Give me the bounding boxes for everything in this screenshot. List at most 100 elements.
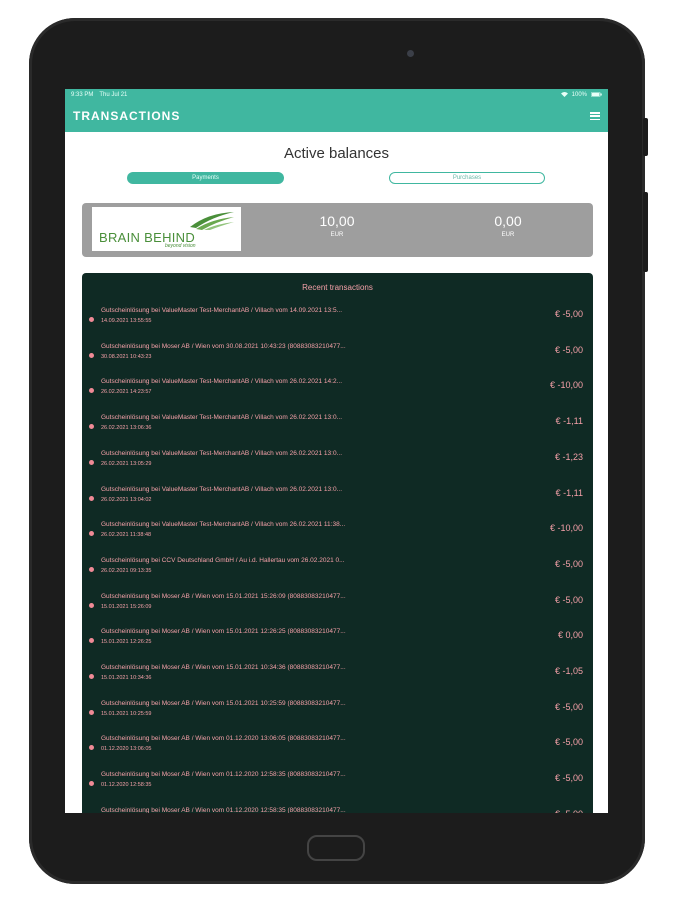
transaction-amount: € -1,11	[555, 487, 583, 498]
front-camera	[407, 50, 414, 57]
transaction-dot-icon	[89, 495, 94, 501]
balance-secondary: 0,00 EUR	[468, 213, 548, 238]
transaction-amount: € -1,05	[554, 666, 583, 676]
transaction-description: Gutscheinlösung bei ValueMaster Test-Mer…	[101, 521, 346, 529]
balance-amount: 0,00	[494, 213, 522, 229]
app-title: TRANSACTIONS	[73, 109, 181, 123]
transaction-date: 26.02.2021 13:05:29	[101, 460, 152, 467]
home-button[interactable]	[307, 835, 365, 861]
transaction-date: 26.02.2021 13:06:36	[101, 425, 152, 432]
transaction-date: 15.01.2021 10:25:59	[101, 710, 152, 717]
transaction-description: Gutscheinlösung bei Moser AB / Wien vom …	[101, 592, 346, 600]
transaction-amount: € -5,00	[554, 344, 583, 355]
transaction-dot-icon	[89, 531, 94, 537]
transaction-description: Gutscheinlösung bei ValueMaster Test-Mer…	[101, 307, 342, 314]
transaction-dot-icon	[89, 388, 94, 394]
transaction-date: 26.02.2021 09:13:35	[101, 567, 152, 574]
transaction-date: 26.02.2021 14:23:57	[101, 389, 152, 396]
transaction-row[interactable]: Gutscheinlösung bei ValueMaster Test-Mer…	[82, 375, 593, 411]
balance-currency: EUR	[501, 232, 515, 238]
transaction-dot-icon	[89, 638, 94, 644]
transaction-row[interactable]: Gutscheinlösung bei Moser AB / Wien vom …	[82, 804, 593, 813]
merchant-logo: BRAIN BEHIND beyond vision	[92, 207, 241, 251]
transaction-row[interactable]: Gutscheinlösung bei CCV Deutschland GmbH…	[82, 554, 593, 590]
transaction-dot-icon	[89, 781, 94, 787]
tab-payments[interactable]: Payments	[127, 172, 284, 184]
volume-button	[643, 118, 648, 156]
transaction-row[interactable]: Gutscheinlösung bei Moser AB / Wien vom …	[82, 661, 593, 697]
transaction-amount: € -10,00	[549, 523, 583, 534]
transaction-amount: € -5,00	[554, 737, 583, 748]
transaction-date: 14.09.2021 13:55:55	[101, 318, 152, 324]
transaction-date: 01.12.2020 13:06:05	[101, 746, 152, 753]
balance-amount: 10,00	[319, 213, 355, 229]
transaction-amount: € -5,00	[554, 701, 583, 712]
transaction-row[interactable]: Gutscheinlösung bei ValueMaster Test-Mer…	[82, 518, 593, 554]
transaction-description: Gutscheinlösung bei ValueMaster Test-Mer…	[101, 485, 342, 493]
transaction-dot-icon	[89, 709, 94, 715]
recent-transactions-title: Recent transactions	[302, 283, 373, 292]
transaction-row[interactable]: Gutscheinlösung bei Moser AB / Wien vom …	[82, 732, 593, 768]
transaction-description: Gutscheinlösung bei Moser AB / Wien vom …	[101, 628, 346, 636]
logo-tagline: beyond vision	[165, 243, 196, 249]
transaction-row[interactable]: Gutscheinlösung bei ValueMaster Test-Mer…	[82, 483, 593, 519]
logo-stripes-icon	[190, 212, 234, 230]
transaction-date: 15.01.2021 12:26:25	[101, 639, 152, 646]
transaction-dot-icon	[89, 424, 94, 430]
balance-primary: 10,00 EUR	[297, 213, 377, 238]
transaction-dot-icon	[89, 459, 94, 465]
segment-control: Payments Purchases	[65, 172, 608, 186]
power-button	[643, 192, 648, 272]
transaction-amount: € -5,00	[554, 558, 583, 569]
transaction-description: Gutscheinlösung bei ValueMaster Test-Mer…	[101, 414, 342, 422]
transaction-dot-icon	[89, 317, 94, 322]
transaction-amount: € -5,00	[555, 809, 583, 813]
transaction-row[interactable]: Gutscheinlösung bei ValueMaster Test-Mer…	[82, 447, 593, 483]
app-bar: TRANSACTIONS	[65, 100, 608, 132]
transaction-description: Gutscheinlösung bei ValueMaster Test-Mer…	[101, 378, 342, 386]
transaction-dot-icon	[89, 602, 94, 608]
transaction-row[interactable]: Gutscheinlösung bei ValueMaster Test-Mer…	[82, 411, 593, 447]
transaction-amount: € -5,00	[554, 773, 583, 784]
transaction-description: Gutscheinlösung bei Moser AB / Wien vom …	[101, 771, 346, 779]
transaction-date: 15.01.2021 15:26:09	[101, 603, 152, 610]
app-screen: 9:33 PM Thu Jul 21 100% TRANSACTIONS Act…	[65, 89, 608, 813]
balance-currency: EUR	[330, 232, 344, 238]
wifi-icon	[560, 92, 568, 97]
transaction-description: Gutscheinlösung bei Moser AB / Wien vom …	[101, 664, 346, 671]
transaction-amount: € 0,00	[557, 630, 583, 641]
transaction-amount: € -1,23	[554, 451, 583, 462]
transaction-amount: € -1,11	[555, 416, 583, 427]
transaction-date: 15.01.2021 10:34:36	[101, 675, 152, 681]
hamburger-menu-icon[interactable]	[590, 112, 600, 120]
transaction-amount: € -10,00	[549, 380, 583, 391]
transaction-row[interactable]: Gutscheinlösung bei Moser AB / Wien vom …	[82, 697, 593, 733]
balance-card[interactable]: BRAIN BEHIND beyond vision 10,00 EUR 0,0…	[82, 203, 593, 257]
transaction-date: 01.12.2020 12:58:35	[101, 782, 152, 789]
transaction-date: 30.08.2021 10:43:23	[101, 353, 152, 360]
transaction-row[interactable]: Gutscheinlösung bei Moser AB / Wien vom …	[82, 625, 593, 661]
transaction-row[interactable]: Gutscheinlösung bei Moser AB / Wien vom …	[82, 590, 593, 626]
status-bar: 9:33 PM Thu Jul 21 100%	[65, 89, 608, 100]
transaction-description: Gutscheinlösung bei CCV Deutschland GmbH…	[101, 556, 345, 564]
tab-purchases[interactable]: Purchases	[389, 172, 545, 184]
transaction-dot-icon	[89, 566, 94, 572]
status-time: 9:33 PM	[71, 91, 94, 98]
transaction-description: Gutscheinlösung bei Moser AB / Wien vom …	[101, 342, 346, 350]
transaction-date: 26.02.2021 13:04:02	[101, 496, 152, 503]
page-heading: Active balances	[283, 145, 390, 162]
transaction-amount: € -5,00	[554, 594, 583, 605]
transaction-dot-icon	[89, 352, 94, 358]
transaction-description: Gutscheinlösung bei ValueMaster Test-Mer…	[101, 449, 342, 457]
status-date: Thu Jul 21	[99, 91, 128, 98]
transaction-description: Gutscheinlösung bei Moser AB / Wien vom …	[101, 806, 346, 813]
transaction-row[interactable]: Gutscheinlösung bei ValueMaster Test-Mer…	[82, 304, 593, 340]
battery-percent: 100%	[571, 91, 587, 98]
transaction-dot-icon	[89, 745, 94, 751]
transaction-amount: € -5,00	[554, 309, 583, 319]
transaction-description: Gutscheinlösung bei Moser AB / Wien vom …	[101, 735, 346, 743]
transaction-description: Gutscheinlösung bei Moser AB / Wien vom …	[101, 699, 346, 707]
transaction-row[interactable]: Gutscheinlösung bei Moser AB / Wien vom …	[82, 340, 593, 376]
transaction-row[interactable]: Gutscheinlösung bei Moser AB / Wien vom …	[82, 768, 593, 804]
recent-transactions-panel: Recent transactions Gutscheinlösung bei …	[82, 273, 593, 813]
